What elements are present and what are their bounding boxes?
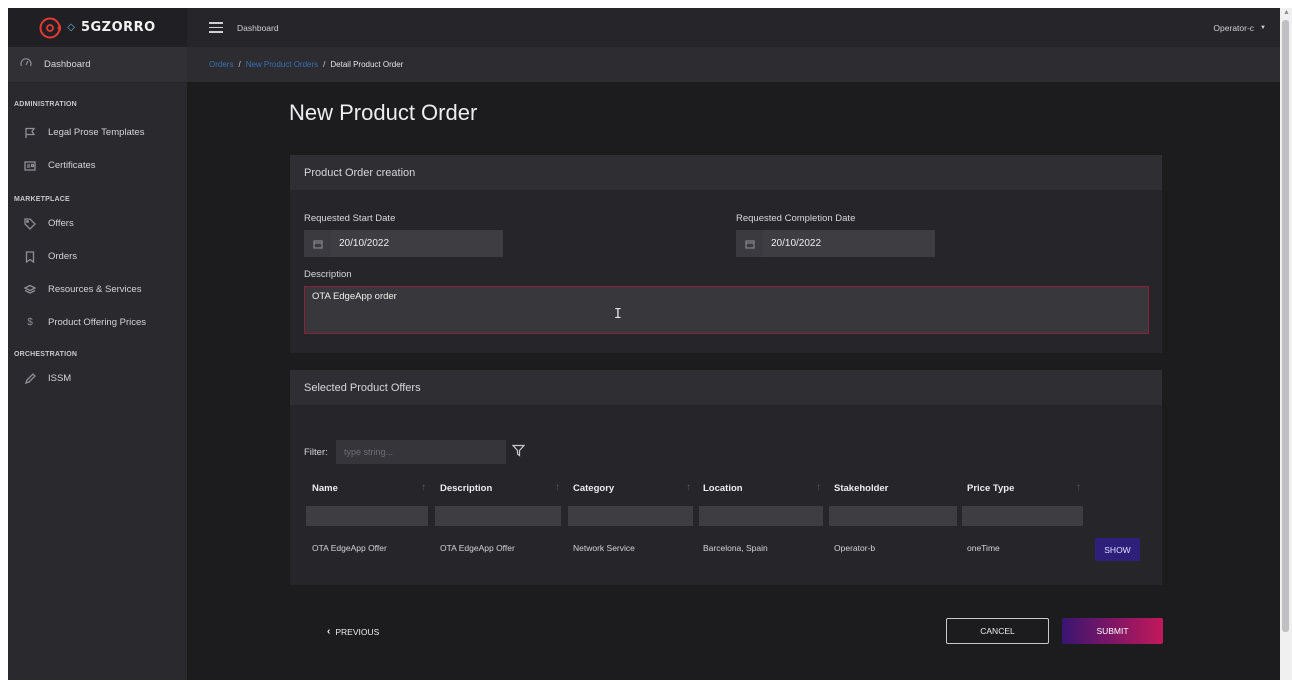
layers-icon: [24, 284, 36, 296]
order-form-card: Product Order creation Requested Start D…: [290, 155, 1162, 353]
sidebar-item-label: ISSM: [48, 373, 72, 384]
sort-arrow-icon[interactable]: ↑: [686, 482, 691, 493]
sidebar-item-issm[interactable]: ISSM: [8, 362, 187, 395]
calendar-icon[interactable]: [304, 230, 331, 257]
cell-price-type: oneTime: [967, 543, 1000, 553]
completion-date-picker: [736, 230, 935, 257]
column-filter-stakeholder[interactable]: [829, 506, 957, 526]
sort-arrow-icon[interactable]: ↑: [1076, 482, 1081, 493]
bookmark-icon: [24, 250, 36, 263]
scrollbar-thumb[interactable]: [1282, 20, 1289, 632]
sidebar-item-label: Certificates: [48, 160, 96, 171]
sidebar: ◇ 5GZORRO Dashboard ADMINISTRATION Legal…: [8, 8, 187, 680]
sidebar-item-label: Legal Prose Templates: [48, 127, 145, 138]
cancel-button[interactable]: CANCEL: [946, 618, 1049, 644]
funnel-icon[interactable]: [511, 444, 526, 457]
section-orchestration: ORCHESTRATION: [14, 351, 78, 358]
selected-offers-card: Selected Product Offers Filter: Name ↑ D…: [290, 370, 1162, 585]
dollar-icon: $: [27, 317, 33, 328]
certificate-icon: [24, 160, 36, 172]
user-name: Operator-c: [1213, 22, 1255, 33]
caret-down-icon: ▼: [1260, 24, 1266, 31]
page-title: New Product Order: [289, 100, 478, 125]
breadcrumb-separator: /: [238, 60, 241, 69]
column-header-name[interactable]: Name: [312, 483, 338, 494]
sidebar-item-dashboard[interactable]: Dashboard: [8, 47, 187, 83]
section-administration: ADMINISTRATION: [14, 101, 77, 108]
pen-icon: [24, 372, 36, 385]
flag-icon: [24, 127, 36, 139]
column-filter-price-type[interactable]: [962, 506, 1083, 526]
card-header: Selected Product Offers: [290, 370, 1162, 405]
description-textarea[interactable]: OTA EdgeApp order: [304, 286, 1149, 334]
column-header-stakeholder[interactable]: Stakeholder: [834, 483, 888, 494]
sidebar-item-label: Product Offering Prices: [48, 317, 147, 328]
calendar-icon[interactable]: [736, 230, 763, 257]
text-cursor-icon: I: [614, 307, 622, 322]
breadcrumb-separator: /: [323, 60, 326, 69]
cell-location: Barcelona, Spain: [703, 543, 768, 553]
completion-date-input[interactable]: [763, 230, 935, 257]
diamond-icon: ◇: [67, 22, 75, 33]
cell-name: OTA EdgeApp Offer: [312, 543, 387, 553]
sidebar-item-label: Resources & Services: [48, 284, 142, 295]
sidebar-item-label: Orders: [48, 251, 78, 262]
scrollbar[interactable]: ▲: [1280, 8, 1292, 680]
filter-label: Filter:: [304, 447, 328, 458]
column-header-category[interactable]: Category: [573, 483, 614, 494]
start-date-label: Requested Start Date: [304, 213, 396, 224]
user-menu[interactable]: Operator-c ▼: [1213, 23, 1266, 33]
scroll-up-icon[interactable]: ▲: [1283, 9, 1290, 16]
column-filter-description[interactable]: [435, 506, 561, 526]
show-button[interactable]: SHOW: [1095, 538, 1140, 561]
sidebar-item-certificates[interactable]: Certificates: [8, 149, 187, 182]
brand-name: 5GZORRO: [80, 20, 156, 35]
start-date-input[interactable]: [331, 230, 503, 257]
sort-arrow-icon[interactable]: ↑: [421, 482, 426, 493]
sidebar-item-offers[interactable]: Offers: [8, 207, 187, 240]
section-marketplace: MARKETPLACE: [14, 196, 70, 203]
speedometer-icon: [20, 57, 32, 72]
sidebar-item-orders[interactable]: Orders: [8, 240, 187, 273]
previous-button[interactable]: ‹ PREVIOUS: [327, 626, 379, 637]
breadcrumb-orders[interactable]: Orders: [209, 60, 233, 69]
column-header-description[interactable]: Description: [440, 483, 492, 494]
card-header: Product Order creation: [290, 155, 1162, 190]
brand-logo[interactable]: ◇ 5GZORRO: [8, 8, 187, 47]
filter-input[interactable]: [336, 440, 506, 464]
sidebar-item-legal-prose-templates[interactable]: Legal Prose Templates: [8, 116, 187, 149]
previous-label: PREVIOUS: [335, 626, 380, 637]
menu-icon[interactable]: [209, 22, 223, 33]
cell-category: Network Service: [573, 543, 635, 553]
column-filter-name[interactable]: [306, 506, 428, 526]
column-filter-location[interactable]: [699, 506, 823, 526]
description-label: Description: [304, 269, 352, 280]
header: Dashboard Operator-c ▼: [187, 8, 1280, 47]
column-header-price-type[interactable]: Price Type: [967, 483, 1014, 494]
sidebar-item-label: Dashboard: [44, 59, 91, 70]
breadcrumb-current: Detail Product Order: [330, 60, 404, 69]
chevron-left-icon: ‹: [327, 626, 331, 637]
sort-arrow-icon[interactable]: ↑: [555, 482, 560, 493]
breadcrumb-new-product-orders[interactable]: New Product Orders: [246, 60, 318, 69]
tag-icon: [24, 217, 36, 230]
sidebar-item-product-offering-prices[interactable]: $ Product Offering Prices: [8, 306, 187, 339]
header-title[interactable]: Dashboard: [237, 23, 279, 33]
logo-icon: [39, 17, 62, 39]
sidebar-item-resources-services[interactable]: Resources & Services: [8, 273, 187, 306]
start-date-picker: [304, 230, 503, 257]
column-header-location[interactable]: Location: [703, 483, 743, 494]
submit-button[interactable]: SUBMIT: [1062, 618, 1163, 644]
column-filter-category[interactable]: [568, 506, 693, 526]
cell-stakeholder: Operator-b: [834, 543, 876, 553]
sidebar-item-label: Offers: [48, 218, 74, 229]
cell-description: OTA EdgeApp Offer: [440, 543, 515, 553]
completion-date-label: Requested Completion Date: [736, 213, 856, 224]
breadcrumb: Orders / New Product Orders / Detail Pro…: [187, 47, 1280, 82]
sort-arrow-icon[interactable]: ↑: [816, 482, 821, 493]
